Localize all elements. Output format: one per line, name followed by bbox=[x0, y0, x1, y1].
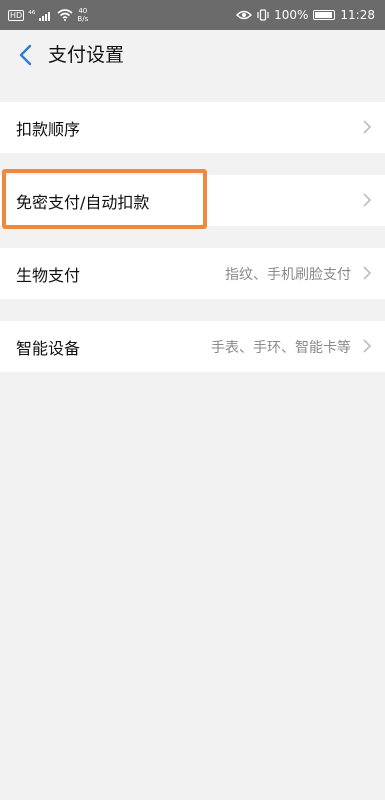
status-right: 100% 11:28 bbox=[236, 8, 385, 22]
list-item-label: 生物支付 bbox=[16, 265, 81, 285]
list-item-value: 指纹、手机刷脸支付 bbox=[225, 266, 351, 283]
network-speed-value: 40 bbox=[78, 7, 88, 15]
list-item-label: 扣款顺序 bbox=[16, 119, 81, 139]
network-type: ⁴⁶ bbox=[28, 10, 36, 20]
list-item-password-free-payment[interactable]: 免密支付/自动扣款 bbox=[0, 175, 385, 226]
network-speed-unit: B/s bbox=[77, 15, 89, 23]
list-item-label: 免密支付/自动扣款 bbox=[16, 192, 150, 212]
back-arrow-icon[interactable] bbox=[14, 42, 40, 68]
clock: 11:28 bbox=[340, 8, 375, 22]
list-item-biometric-payment[interactable]: 生物支付 指纹、手机刷脸支付 bbox=[0, 248, 385, 299]
status-bar: HD ⁴⁶ 40 B/s 100% 11:28 bbox=[0, 0, 385, 30]
list-item-smart-devices[interactable]: 智能设备 手表、手环、智能卡等 bbox=[0, 321, 385, 372]
list-item-deduction-order[interactable]: 扣款顺序 bbox=[0, 102, 385, 153]
chevron-right-icon bbox=[363, 193, 372, 207]
chevron-right-icon bbox=[363, 120, 372, 134]
list-item-label: 智能设备 bbox=[16, 338, 81, 358]
chevron-right-icon bbox=[363, 266, 372, 280]
eye-comfort-icon bbox=[236, 10, 253, 20]
list-item-value: 手表、手环、智能卡等 bbox=[211, 339, 351, 356]
battery-percent: 100% bbox=[274, 8, 309, 22]
signal-icon bbox=[39, 11, 51, 21]
app-header: 支付设置 bbox=[0, 30, 385, 80]
network-speed: 40 B/s bbox=[77, 7, 88, 23]
chevron-right-icon bbox=[363, 339, 372, 353]
page-title: 支付设置 bbox=[48, 44, 125, 66]
vibrate-icon bbox=[257, 9, 269, 21]
battery-icon bbox=[313, 10, 336, 20]
wifi-icon bbox=[57, 9, 73, 21]
hd-badge: HD bbox=[8, 9, 25, 21]
status-left: HD ⁴⁶ 40 B/s bbox=[0, 7, 88, 23]
